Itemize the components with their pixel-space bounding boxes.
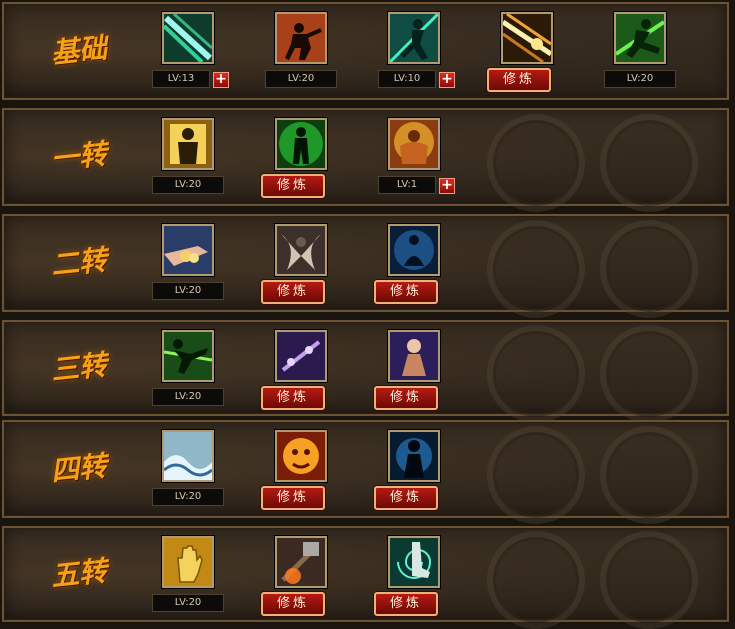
tier-label: 基础 [14,4,144,98]
skill-tier-row: 基础 LV:13 + LV:20 LV:10 + 修炼 LV:20 [2,2,729,100]
empty-slot-ornament [600,325,698,423]
leaping-kick-icon[interactable] [614,12,666,64]
skill-level: LV:10 [378,70,436,88]
skill-level: LV:20 [265,70,337,88]
train-button[interactable]: 修炼 [261,174,325,198]
tier-title: 二转 [49,243,109,282]
tier-label: 一转 [14,110,144,204]
empty-slot-ornament [487,325,585,423]
empty-slot-ornament [487,114,585,212]
skill-tier-row: 一转 LV:20 修炼 LV:1 + [2,108,729,212]
tier-title: 一转 [49,137,109,176]
skill-slot: LV:20 [152,528,224,620]
martial-stance-icon[interactable] [275,12,327,64]
tier-title: 四转 [49,449,109,488]
purple-staff-icon[interactable] [275,330,327,382]
skill-slot: 修炼 [261,110,337,204]
blade-streak-icon[interactable] [162,12,214,64]
skill-level: LV:20 [152,282,224,300]
skill-slot: 修炼 [261,216,337,310]
skill-slot: LV:20 [152,422,224,516]
empty-slot-ornament [487,426,585,524]
train-button[interactable]: 修炼 [261,486,325,510]
green-runner-icon[interactable] [388,12,440,64]
skill-slot: 修炼 [374,322,450,414]
hammer-strike-icon[interactable] [275,536,327,588]
train-button[interactable]: 修炼 [374,280,438,304]
tier-label: 三转 [14,322,144,414]
green-aura-icon[interactable] [275,118,327,170]
tier-label: 二转 [14,216,144,310]
skill-tier-row: 二转 LV:20 修炼 修炼 [2,214,729,318]
skill-slot: 修炼 [261,322,337,414]
empty-slot-ornament [600,114,698,212]
empty-slot-ornament [600,220,698,318]
skill-level: LV:20 [152,594,224,612]
train-button[interactable]: 修炼 [374,592,438,616]
tier-label: 四转 [14,422,144,516]
empty-slot-ornament [600,426,698,524]
spiral-foot-icon[interactable] [388,536,440,588]
flying-kick-icon[interactable] [162,330,214,382]
skill-tier-row: 四转 LV:20 修炼 修炼 [2,420,729,524]
skill-tier-row: 五转 LV:20 修炼 修炼 [2,526,729,629]
skill-slot: 修炼 [261,528,337,620]
skill-slot: LV:20 [152,322,224,414]
palm-icon[interactable] [162,536,214,588]
train-button[interactable]: 修炼 [487,68,551,92]
level-up-button[interactable]: + [213,72,229,88]
tier-label: 五转 [14,528,144,620]
muscled-warrior-icon[interactable] [388,118,440,170]
skill-level: LV:20 [152,488,224,506]
empty-slot-ornament [487,531,585,629]
skill-slot: LV:20 [265,4,337,98]
skill-level: LV:1 [378,176,436,194]
skill-slot: LV:20 [152,110,224,204]
skill-slot: 修炼 [261,422,337,516]
train-button[interactable]: 修炼 [374,386,438,410]
skill-slot: LV:20 [152,216,224,310]
meditation-icon[interactable] [388,224,440,276]
winged-warrior-icon[interactable] [275,224,327,276]
robed-monk-icon[interactable] [388,330,440,382]
tier-title: 五转 [49,554,109,593]
skill-slot: LV:10 + [378,4,455,98]
empty-slot-ornament [487,220,585,318]
skill-level: LV:20 [152,176,224,194]
train-button[interactable]: 修炼 [261,386,325,410]
skill-level: LV:13 [152,70,210,88]
wave-icon[interactable] [162,430,214,482]
skill-tier-row: 三转 LV:20 修炼 修炼 [2,320,729,423]
hand-offering-icon[interactable] [162,224,214,276]
train-button[interactable]: 修炼 [261,592,325,616]
skill-slot: 修炼 [487,4,563,98]
golden-silhouette-icon[interactable] [162,118,214,170]
golden-slash-icon[interactable] [501,12,553,64]
skill-slot: 修炼 [374,216,450,310]
train-button[interactable]: 修炼 [374,486,438,510]
skill-slot: LV:13 + [152,4,229,98]
skill-slot: LV:1 + [378,110,455,204]
skill-slot: LV:20 [604,4,676,98]
tier-title: 基础 [49,31,109,70]
flame-face-icon[interactable] [275,430,327,482]
skill-slot: 修炼 [374,422,450,516]
level-up-button[interactable]: + [439,72,455,88]
skill-panel: 基础 LV:13 + LV:20 LV:10 + 修炼 LV:20 一转 LV:20 修炼 LV:1 +… [0,0,735,629]
train-button[interactable]: 修炼 [261,280,325,304]
blue-figure-icon[interactable] [388,430,440,482]
skill-level: LV:20 [152,388,224,406]
skill-level: LV:20 [604,70,676,88]
tier-title: 三转 [49,348,109,387]
level-up-button[interactable]: + [439,178,455,194]
skill-slot: 修炼 [374,528,450,620]
empty-slot-ornament [600,531,698,629]
